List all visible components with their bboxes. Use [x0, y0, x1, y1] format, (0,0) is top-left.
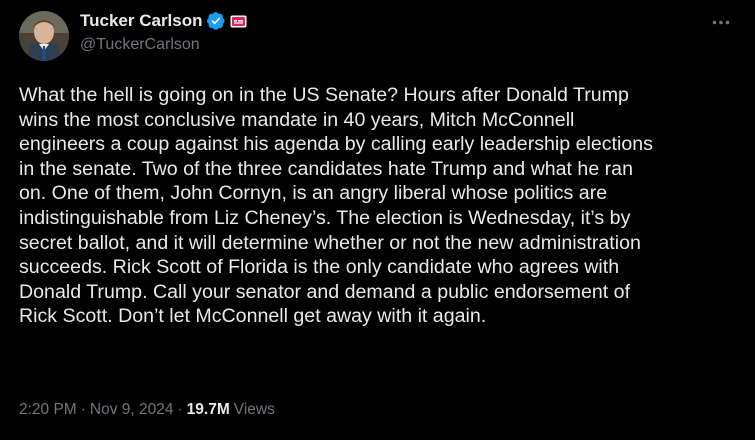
- meta-separator: ·: [177, 401, 183, 418]
- handle[interactable]: @TuckerCarlson: [80, 36, 247, 54]
- tweet-time[interactable]: 2:20 PM: [19, 401, 77, 419]
- more-options-icon[interactable]: [707, 12, 735, 32]
- affiliate-badge-icon[interactable]: [230, 15, 247, 28]
- tweet: Tucker Carlson @TuckerCarlson What the h…: [0, 0, 755, 440]
- tweet-date[interactable]: Nov 9, 2024: [90, 401, 174, 419]
- meta-separator: ·: [80, 401, 86, 418]
- display-name[interactable]: Tucker Carlson: [80, 11, 203, 31]
- avatar-image: [19, 11, 69, 61]
- avatar[interactable]: [19, 11, 69, 61]
- name-row: Tucker Carlson: [80, 10, 247, 32]
- tweet-meta: 2:20 PM · Nov 9, 2024 · 19.7M Views: [19, 401, 275, 419]
- tweet-text: What the hell is going on in the US Sena…: [19, 84, 653, 328]
- verified-badge-icon[interactable]: [206, 11, 226, 31]
- views-count[interactable]: 19.7M: [187, 401, 230, 419]
- views-label: Views: [233, 401, 275, 418]
- author-block: Tucker Carlson @TuckerCarlson: [80, 10, 247, 54]
